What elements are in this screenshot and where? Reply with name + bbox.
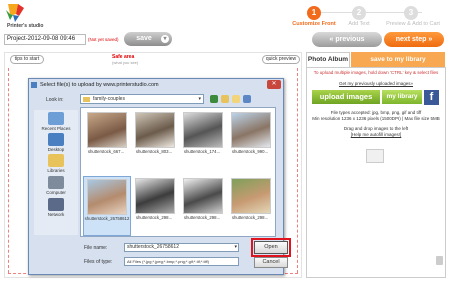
- place-recent[interactable]: Recent Places: [34, 112, 78, 131]
- libraries-icon: [48, 154, 64, 167]
- logo-icon: Printer's studio: [6, 4, 43, 29]
- computer-icon: [48, 176, 64, 189]
- save-to-library-button[interactable]: save to my library: [351, 52, 445, 67]
- file-item[interactable]: shutterstock_990...: [227, 110, 275, 172]
- chevron-down-icon: ▾: [234, 244, 237, 250]
- view-menu-icon[interactable]: [243, 95, 251, 103]
- save-to-library-label: save to my library: [370, 56, 426, 63]
- file-thumbnail: [135, 112, 175, 148]
- file-name: shutterstock_990...: [231, 149, 269, 154]
- file-thumbnail: [87, 179, 127, 215]
- multi-upload-hint: To upload multiple images, hold down 'CT…: [313, 70, 439, 75]
- project-name-input[interactable]: Project-2012-09-08 09:46: [4, 34, 86, 45]
- file-name-value: shutterstock_26758612: [127, 244, 179, 250]
- cancel-button[interactable]: Cancel: [254, 257, 288, 268]
- file-name: shutterstock_803...: [135, 149, 173, 154]
- facebook-icon[interactable]: f: [424, 90, 439, 105]
- not-saved-status: (Not yet saved): [88, 37, 119, 42]
- drop-images-icon: [366, 149, 384, 163]
- file-name: shutterstock_298...: [183, 215, 221, 220]
- new-folder-icon[interactable]: [232, 95, 240, 103]
- back-icon[interactable]: [210, 95, 218, 103]
- dialog-title: Select file(s) to upload by www.printers…: [40, 82, 159, 88]
- file-type-select[interactable]: All Files (*.jpg;*.jpeg;*.bmp;*.png;*.gi…: [124, 257, 239, 266]
- tips-to-start-button[interactable]: tips to start: [10, 55, 44, 64]
- step-2-circle[interactable]: 2: [352, 6, 366, 20]
- chevron-down-icon: ▾: [161, 35, 169, 43]
- trash-icon[interactable]: [436, 256, 443, 265]
- file-item[interactable]: shutterstock_803...: [131, 110, 179, 172]
- up-folder-icon[interactable]: [221, 95, 229, 103]
- step-1-label: Customize Front: [292, 21, 336, 27]
- file-types-text: File types accepted: jpg, bmp, png, gif …: [330, 110, 422, 115]
- file-type-value: All Files (*.jpg;*.jpeg;*.bmp;*.png;*.gi…: [127, 259, 209, 264]
- step-1-circle: 1: [307, 6, 321, 20]
- file-thumbnail: [87, 112, 127, 148]
- file-name: shutterstock_26758612: [84, 216, 130, 221]
- next-step-button[interactable]: next step »: [384, 32, 444, 47]
- look-in-label: Look in:: [46, 97, 64, 103]
- close-icon[interactable]: ✕: [267, 80, 281, 89]
- place-network[interactable]: Network: [34, 198, 78, 217]
- safe-area-sub: (what you see): [112, 60, 139, 65]
- file-name-label: File name:: [84, 245, 108, 251]
- chevron-down-icon: ▾: [198, 96, 201, 102]
- step-2-label: Add Text: [348, 21, 370, 27]
- save-label: save: [136, 35, 152, 42]
- step-3-circle[interactable]: 3: [404, 6, 418, 20]
- step-3-label: Preview & Add to Cart: [386, 21, 440, 27]
- look-in-select[interactable]: family-couples ▾: [80, 94, 204, 104]
- file-type-label: Files of type:: [84, 259, 113, 265]
- safe-area-border-right: [297, 68, 298, 273]
- file-thumbnail: [183, 112, 223, 148]
- file-name: shutterstock_298...: [231, 215, 269, 220]
- photo-album-tab[interactable]: Photo Album: [306, 52, 350, 67]
- previous-button[interactable]: « previous: [312, 32, 382, 47]
- folder-icon: [83, 97, 90, 102]
- place-libraries[interactable]: Libraries: [34, 154, 78, 173]
- file-item-selected[interactable]: shutterstock_26758612: [83, 176, 131, 236]
- desktop-icon: [48, 133, 64, 146]
- open-button-highlight: [251, 238, 291, 257]
- upload-images-button[interactable]: upload images: [312, 90, 380, 104]
- safe-area-border-left: [8, 68, 9, 273]
- app-root: Printer's studio 1 2 3 Customize Front A…: [0, 0, 450, 281]
- network-icon: [48, 198, 64, 211]
- previous-images-link[interactable]: Get my previously uploaded images»: [306, 81, 446, 86]
- file-name: shutterstock_298...: [135, 215, 173, 220]
- brand-name: Printer's studio: [7, 23, 43, 29]
- file-thumbnail: [135, 178, 175, 214]
- quick-preview-button[interactable]: quick preview: [262, 55, 300, 64]
- file-name: shutterstock_667...: [87, 149, 125, 154]
- save-button[interactable]: save ▾: [124, 32, 172, 46]
- file-name-input[interactable]: shutterstock_26758612 ▾: [124, 243, 239, 252]
- my-library-button[interactable]: my library: [382, 90, 422, 104]
- file-item[interactable]: shutterstock_298...: [179, 176, 227, 236]
- drag-drop-hint: Drag and drop images to the left: [343, 126, 409, 131]
- recent-places-icon: [48, 112, 64, 125]
- file-name: shutterstock_174...: [183, 149, 221, 154]
- file-thumbnail: [231, 112, 271, 148]
- file-thumbnail: [183, 178, 223, 214]
- file-item[interactable]: shutterstock_298...: [131, 176, 179, 236]
- file-item[interactable]: shutterstock_174...: [179, 110, 227, 172]
- file-thumbnail: [231, 178, 271, 214]
- brand-logo[interactable]: Printer's studio: [4, 2, 48, 30]
- place-computer[interactable]: Computer: [34, 176, 78, 195]
- file-item[interactable]: shutterstock_298...: [227, 176, 275, 236]
- file-item[interactable]: shutterstock_667...: [83, 110, 131, 172]
- resolution-text: Min resolution 1236 x 1236 pixels (1500D…: [312, 116, 440, 121]
- place-desktop[interactable]: Desktop: [34, 133, 78, 152]
- look-in-value: family-couples: [93, 96, 125, 102]
- autofill-link[interactable]: [Help me autofill images!]: [306, 132, 446, 137]
